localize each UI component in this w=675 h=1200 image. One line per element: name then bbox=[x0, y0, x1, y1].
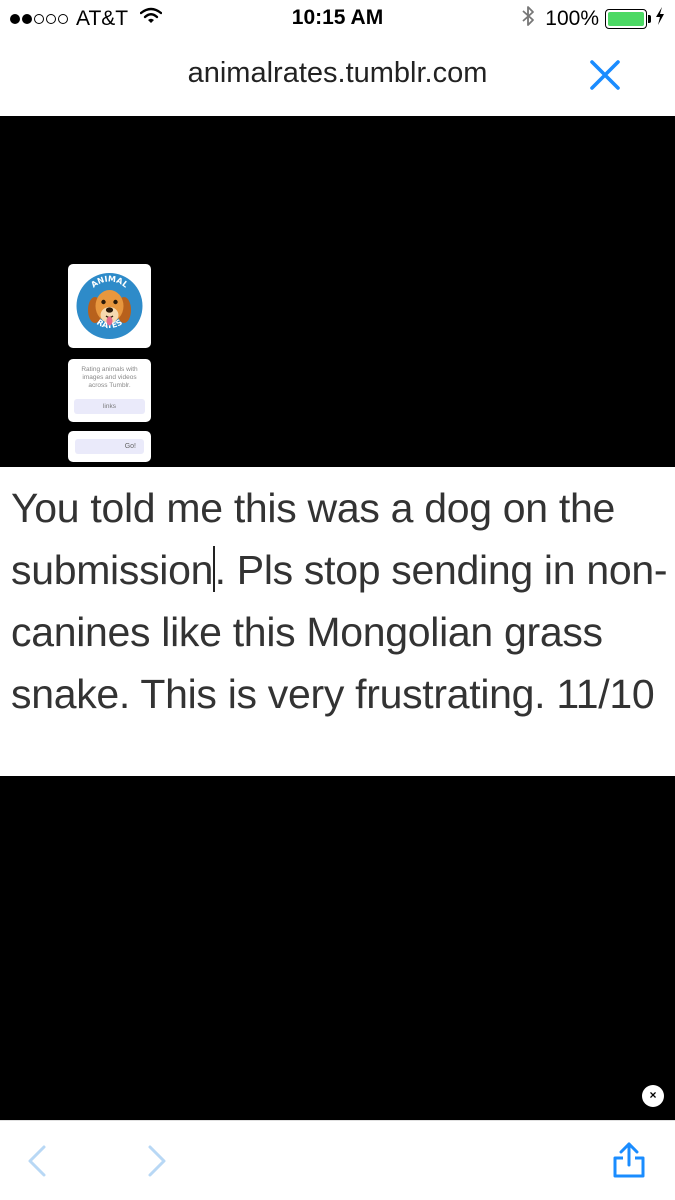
dog-logo-icon: ANIMAL RATES bbox=[76, 273, 143, 339]
caption-text: You told me this was a dog on the submis… bbox=[11, 477, 675, 725]
battery-percent: 100% bbox=[545, 7, 599, 30]
close-button[interactable] bbox=[589, 59, 621, 91]
media-area bbox=[0, 777, 675, 1120]
bluetooth-icon bbox=[521, 5, 535, 33]
browser-toolbar bbox=[0, 1120, 675, 1200]
url-label: animalrates.tumblr.com bbox=[187, 57, 488, 89]
battery-icon bbox=[605, 9, 651, 29]
charging-icon bbox=[655, 7, 665, 31]
back-button[interactable] bbox=[20, 1143, 56, 1179]
search-card: Go! bbox=[68, 431, 151, 462]
blog-logo-card[interactable]: ANIMAL RATES bbox=[68, 264, 151, 348]
share-button[interactable] bbox=[611, 1141, 647, 1178]
chevron-right-icon bbox=[148, 1145, 166, 1177]
blog-description-card: Rating animals with images and videos ac… bbox=[68, 359, 151, 422]
forward-button[interactable] bbox=[138, 1143, 174, 1179]
status-bar: AT&T 10:15 AM 100% bbox=[0, 0, 675, 40]
links-button[interactable]: links bbox=[74, 399, 145, 414]
post-caption: You told me this was a dog on the submis… bbox=[0, 467, 675, 776]
chevron-left-icon bbox=[28, 1145, 46, 1177]
web-content[interactable]: ANIMAL RATES Rating animals with images … bbox=[0, 116, 675, 1120]
embedded-page: ANIMAL RATES Rating animals with images … bbox=[0, 116, 675, 466]
url-bar: animalrates.tumblr.com bbox=[0, 40, 675, 116]
blog-description: Rating animals with images and videos ac… bbox=[81, 366, 138, 389]
go-button[interactable]: Go! bbox=[75, 439, 144, 454]
close-small-icon: × bbox=[649, 1088, 657, 1102]
share-icon bbox=[613, 1142, 645, 1178]
status-bar-right: 100% bbox=[521, 6, 665, 32]
close-icon bbox=[590, 60, 620, 90]
dismiss-button[interactable]: × bbox=[642, 1085, 664, 1107]
